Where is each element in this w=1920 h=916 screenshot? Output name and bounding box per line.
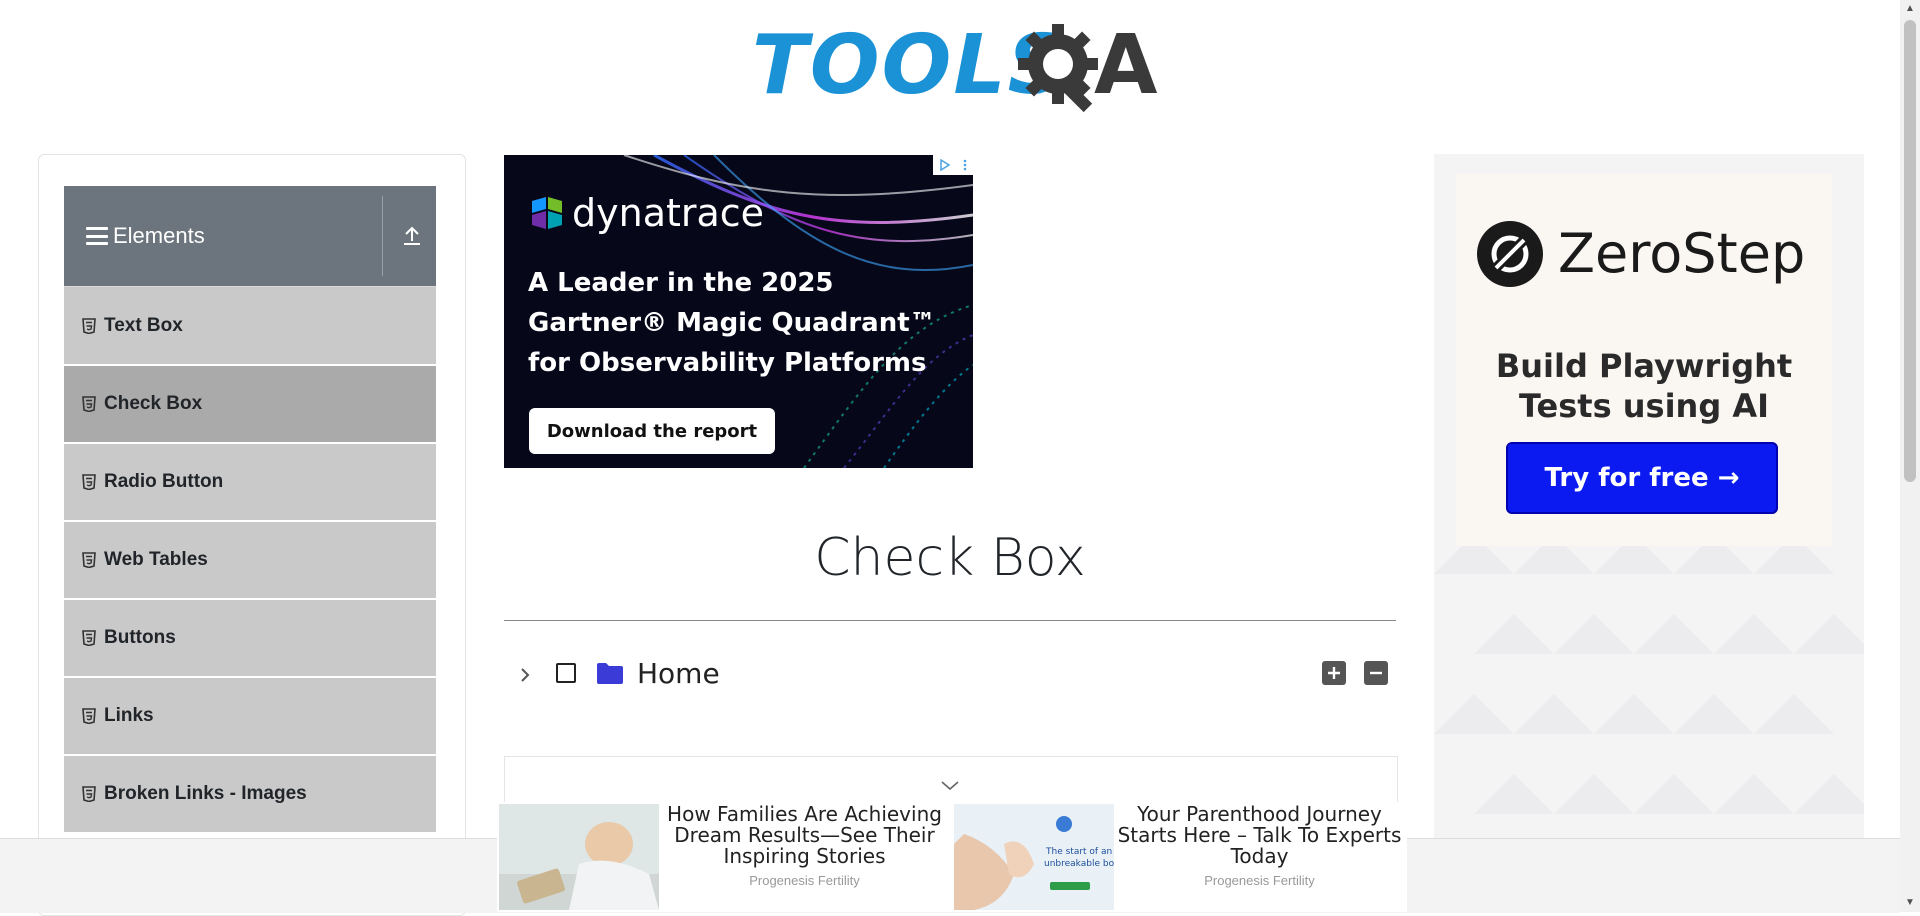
sidebar-item-label: Radio Button <box>104 471 224 492</box>
sidebar-item-links[interactable]: Links <box>64 676 436 754</box>
thumb-caption: unbreakable bond <box>1044 859 1114 869</box>
elements-group-header[interactable]: Elements <box>64 186 436 286</box>
bottom-ad-headline: Your Parenthood Journey Starts Here – Ta… <box>1117 802 1402 868</box>
dynatrace-brand: dynatrace <box>528 191 764 235</box>
title-divider <box>504 620 1396 621</box>
sidebar-item-buttons[interactable]: Buttons <box>64 598 436 676</box>
adchoices-icon <box>940 159 951 171</box>
tree-node-home: Home <box>504 655 1396 697</box>
sidebar-item-label: Broken Links - Images <box>104 783 307 804</box>
sidebar-item-label: Text Box <box>104 314 183 336</box>
ad-thumbnail-hands: The start of an unbreakable bond <box>954 804 1114 910</box>
sidebar-item-web-tables[interactable]: Web Tables <box>64 520 436 598</box>
bottom-ad-source: Progenesis Fertility <box>749 873 860 888</box>
thumb-caption: The start of an <box>1045 847 1112 857</box>
bottom-ad-text: Your Parenthood Journey Starts Here – Ta… <box>1114 802 1405 889</box>
chevron-right-icon[interactable] <box>518 665 532 685</box>
hamburger-icon <box>86 227 108 245</box>
dynatrace-ad[interactable]: dynatrace A Leader in the 2025 Gartner® … <box>504 155 973 468</box>
ad-subtitle-line: Tests using AI <box>1518 387 1770 425</box>
try-for-free-button[interactable]: Try for free → <box>1506 442 1778 514</box>
home-checkbox[interactable] <box>556 663 576 683</box>
folder-icon <box>597 663 623 684</box>
ad-subtitle-line: Build Playwright <box>1495 347 1793 385</box>
sidebar-item-text-box[interactable]: Text Box <box>64 286 436 364</box>
page-scrollbar[interactable]: ▲ ▼ <box>1900 0 1920 912</box>
bottom-ad-text: How Families Are Achieving Dream Results… <box>659 802 950 889</box>
logo-text-a: A <box>1094 18 1158 113</box>
html5-icon <box>82 474 96 490</box>
sidebar-item-label: Check Box <box>104 393 203 414</box>
sidebar-item-label: Web Tables <box>104 549 208 570</box>
sidebar-item-label: Links <box>104 705 154 726</box>
ad-choices[interactable] <box>933 155 973 175</box>
html5-icon <box>82 396 96 412</box>
tree-node-label[interactable]: Home <box>637 657 720 690</box>
bottom-ad-2[interactable]: The start of an unbreakable bond Your Pa… <box>952 802 1407 912</box>
bottom-ad-1[interactable]: How Families Are Achieving Dream Results… <box>497 802 952 912</box>
scroll-down-arrow-icon[interactable]: ▼ <box>1900 894 1920 912</box>
plus-icon <box>1328 667 1340 679</box>
ad-headline-line: A Leader in the 2025 <box>528 268 834 298</box>
header: TOOLS A <box>0 0 1900 120</box>
scroll-thumb[interactable] <box>1904 20 1916 482</box>
header-divider <box>382 196 383 276</box>
page-title: Check Box <box>814 528 1086 588</box>
ad-headline-line: for Observability Platforms <box>528 348 927 378</box>
sidebar-item-label: Buttons <box>104 627 176 648</box>
html5-icon <box>82 630 96 646</box>
ad-brand-name: dynatrace <box>572 191 765 235</box>
sidebar-item-broken-links-images[interactable]: Broken Links - Images <box>64 754 436 832</box>
zerostep-brand-name: ZeroStep <box>1558 222 1806 285</box>
more-icon <box>963 159 967 171</box>
html5-icon <box>82 708 96 724</box>
html5-icon <box>82 786 96 802</box>
zerostep-card: ZeroStep Build Playwright Tests using AI… <box>1456 174 1832 546</box>
bottom-ads: How Families Are Achieving Dream Results… <box>497 802 1407 912</box>
bottom-ad-headline: How Families Are Achieving Dream Results… <box>667 802 942 868</box>
ad-thumbnail-baby-phone <box>499 804 659 910</box>
zerostep-ad[interactable]: ZeroStep Build Playwright Tests using AI… <box>1434 154 1864 854</box>
bottom-ad-source: Progenesis Fertility <box>1204 873 1315 888</box>
ad-subtitle: Build Playwright Tests using AI <box>1456 346 1832 426</box>
group-title: Elements <box>113 223 205 248</box>
download-report-button[interactable]: Download the report <box>529 408 775 454</box>
scroll-up-arrow-icon[interactable]: ▲ <box>1900 0 1920 18</box>
toolsqa-logo[interactable]: TOOLS A <box>752 16 1157 116</box>
chevron-down-icon[interactable] <box>939 779 961 793</box>
zerostep-logo-icon <box>1477 221 1543 287</box>
html5-icon <box>82 552 96 568</box>
expand-all-button[interactable] <box>1322 661 1346 685</box>
elements-menu: Text Box Check Box Radio Button Web Tabl… <box>64 286 436 832</box>
sidebar-item-check-box[interactable]: Check Box <box>64 364 436 442</box>
dynatrace-logo-icon <box>532 197 562 229</box>
sidebar-item-radio-button[interactable]: Radio Button <box>64 442 436 520</box>
collapse-group-icon[interactable] <box>394 216 430 256</box>
collapse-all-button[interactable] <box>1364 661 1388 685</box>
minus-icon <box>1370 671 1382 675</box>
html5-icon <box>82 317 96 334</box>
ad-headline-line: Gartner® Magic Quadrant™ <box>528 308 936 338</box>
ad-headline: A Leader in the 2025 Gartner® Magic Quad… <box>528 263 968 383</box>
